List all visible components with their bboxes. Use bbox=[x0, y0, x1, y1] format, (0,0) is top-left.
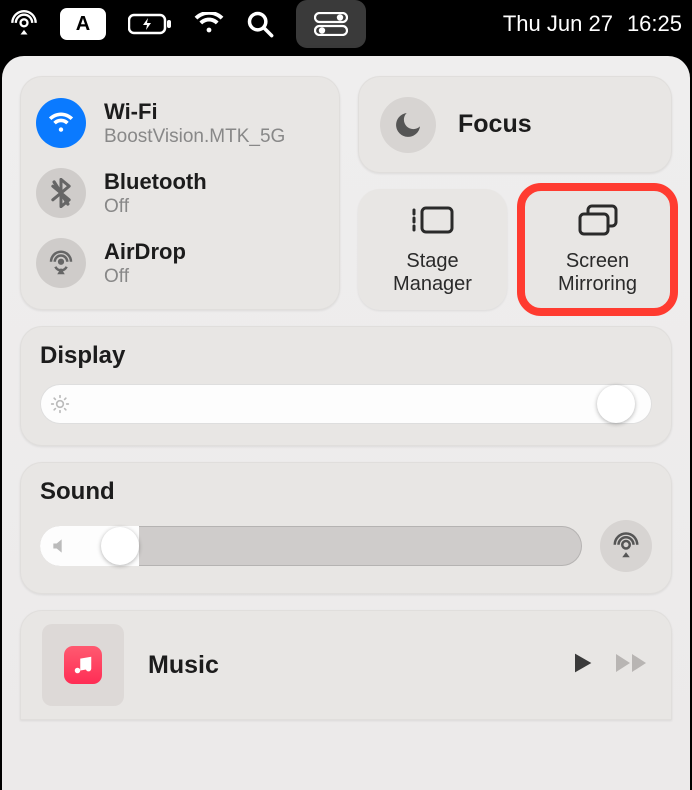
sound-card: Sound bbox=[20, 462, 672, 594]
wifi-title: Wi-Fi bbox=[104, 99, 285, 125]
airdrop-toggle[interactable]: AirDrop Off bbox=[36, 228, 324, 298]
brightness-thumb[interactable] bbox=[597, 385, 635, 423]
airdrop-icon bbox=[36, 238, 86, 288]
sound-title: Sound bbox=[40, 478, 652, 506]
battery-icon[interactable] bbox=[128, 12, 172, 36]
bluetooth-icon bbox=[36, 168, 86, 218]
wifi-icon bbox=[36, 98, 86, 148]
moon-icon bbox=[380, 97, 436, 153]
wifi-menu-icon[interactable] bbox=[194, 12, 224, 36]
focus-button[interactable]: Focus bbox=[358, 76, 672, 173]
volume-slider[interactable] bbox=[40, 526, 582, 566]
menubar-time: 16:25 bbox=[627, 11, 682, 37]
screen-mirroring-label: Screen Mirroring bbox=[558, 250, 637, 296]
control-center-icon[interactable] bbox=[296, 0, 366, 48]
airdrop-title: AirDrop bbox=[104, 239, 186, 265]
stage-manager-icon bbox=[410, 203, 456, 242]
airdrop-status: Off bbox=[104, 266, 186, 288]
speaker-icon bbox=[50, 536, 70, 556]
focus-label: Focus bbox=[458, 110, 532, 139]
wifi-toggle[interactable]: Wi-Fi BoostVision.MTK_5G bbox=[36, 88, 324, 158]
bluetooth-toggle[interactable]: Bluetooth Off bbox=[36, 158, 324, 228]
wifi-network-name: BoostVision.MTK_5G bbox=[104, 126, 285, 148]
display-title: Display bbox=[40, 342, 652, 370]
connectivity-card: Wi-Fi BoostVision.MTK_5G Bluetooth Off bbox=[20, 76, 340, 310]
next-track-button[interactable] bbox=[614, 651, 650, 680]
screen-mirroring-button[interactable]: Screen Mirroring bbox=[523, 189, 672, 310]
stage-manager-label: Stage Manager bbox=[393, 250, 472, 296]
airplay-menu-icon[interactable] bbox=[10, 10, 38, 38]
stage-manager-button[interactable]: Stage Manager bbox=[358, 189, 507, 310]
music-title: Music bbox=[148, 651, 544, 680]
play-button[interactable] bbox=[568, 649, 596, 682]
bluetooth-status: Off bbox=[104, 196, 207, 218]
spotlight-icon[interactable] bbox=[246, 10, 274, 38]
menubar-date: Thu Jun 27 bbox=[503, 11, 613, 37]
volume-thumb[interactable] bbox=[101, 527, 139, 565]
sun-icon bbox=[50, 394, 70, 414]
screen-mirroring-icon bbox=[576, 203, 620, 242]
now-playing-card: Music bbox=[20, 610, 672, 720]
display-card: Display bbox=[20, 326, 672, 446]
brightness-slider[interactable] bbox=[40, 384, 652, 424]
airplay-audio-button[interactable] bbox=[600, 520, 652, 572]
control-center-panel: Wi-Fi BoostVision.MTK_5G Bluetooth Off bbox=[2, 56, 690, 790]
menubar: A Thu Jun 27 16:25 bbox=[0, 0, 692, 48]
input-source-indicator[interactable]: A bbox=[60, 8, 106, 40]
menubar-clock[interactable]: Thu Jun 27 16:25 bbox=[503, 11, 682, 37]
menubar-left: A bbox=[10, 0, 366, 48]
album-art bbox=[42, 624, 124, 706]
music-app-icon bbox=[64, 646, 102, 684]
bluetooth-title: Bluetooth bbox=[104, 169, 207, 195]
